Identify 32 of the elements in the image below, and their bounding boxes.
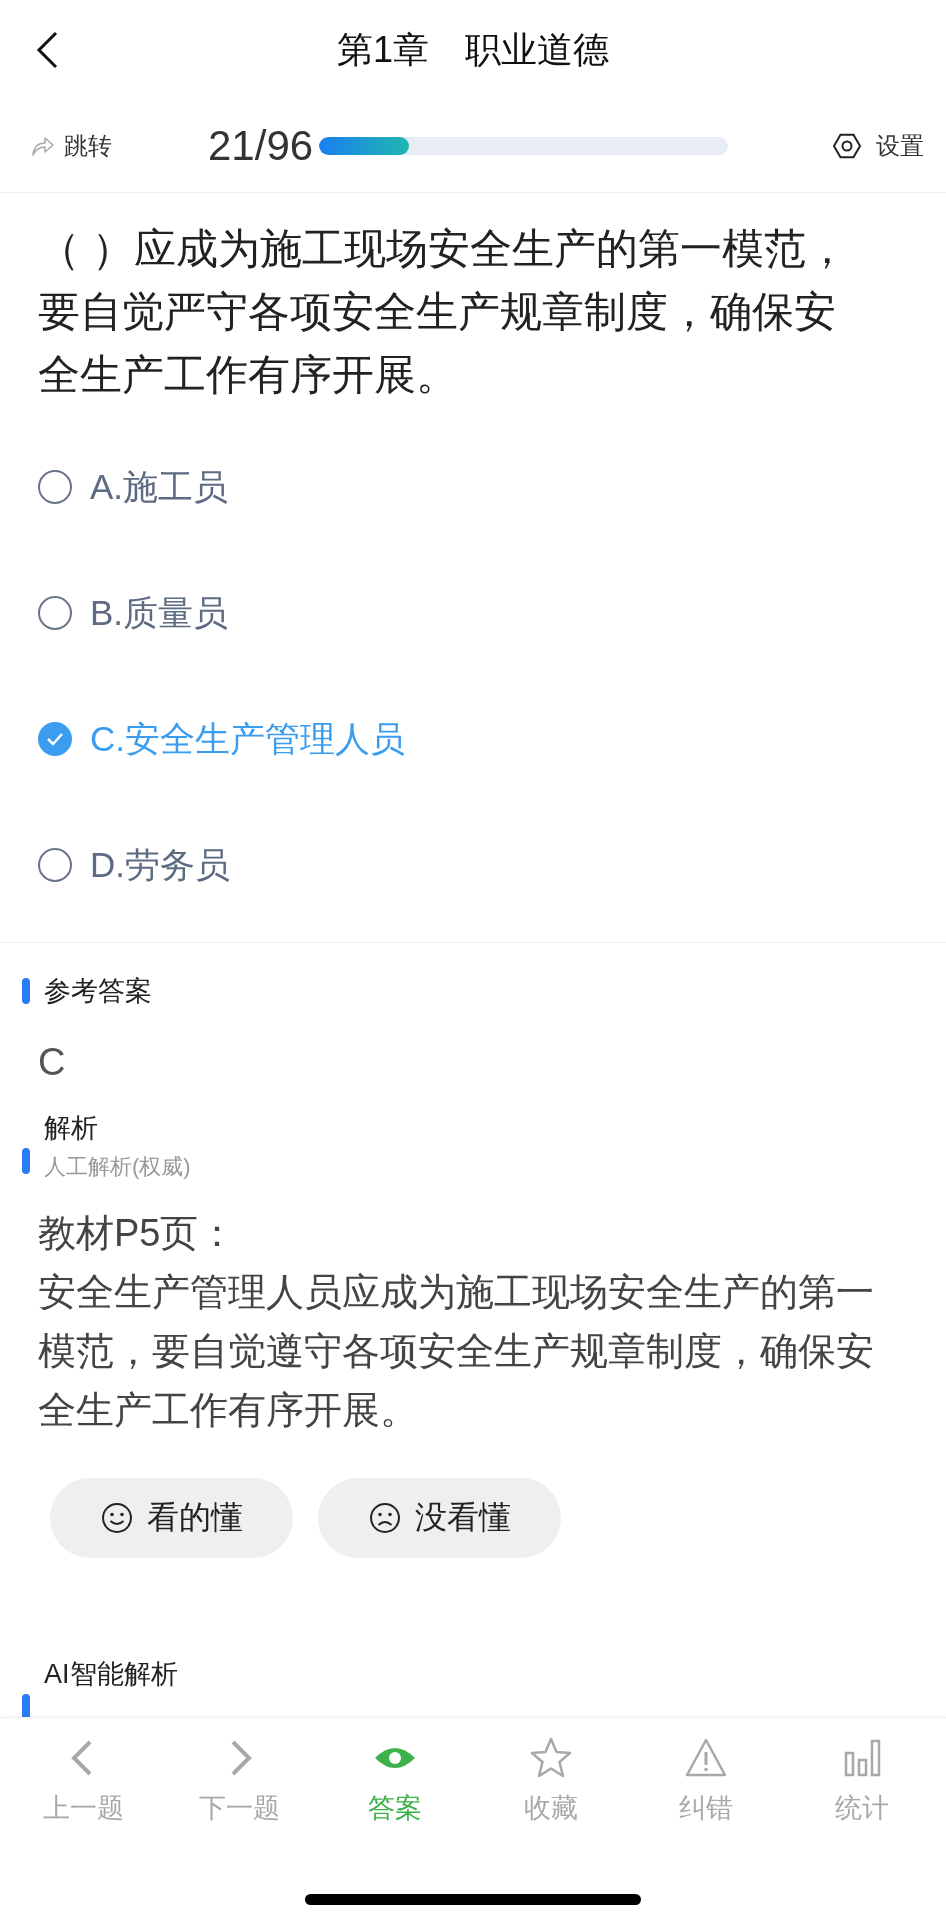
jump-button[interactable]: 跳转 xyxy=(30,130,208,162)
answer-option[interactable]: B.质量员 xyxy=(38,550,908,676)
section-title: 参考答案 xyxy=(44,975,152,1008)
section-title: AI智能解析 xyxy=(44,1658,178,1691)
section-marker xyxy=(22,1148,30,1174)
feedback-button[interactable]: 看的懂 xyxy=(50,1478,293,1558)
section-subtitle: 人工解析(权威) xyxy=(44,1153,191,1181)
nav-tab[interactable]: 答案 xyxy=(330,1736,461,1826)
analysis-text: 安全生产管理人员应成为施工现场安全生产的第一模范，要自觉遵守各项安全生产规章制度，确保安全生产工作有序开展。 xyxy=(37,1270,875,1433)
settings-icon xyxy=(832,131,862,161)
share-arrow-icon xyxy=(30,134,56,158)
back-icon[interactable] xyxy=(34,30,60,70)
answer-option[interactable]: D.劳务员 xyxy=(38,802,908,928)
check-icon xyxy=(46,732,64,746)
answer-letter: C xyxy=(37,1040,67,1084)
answer-option[interactable]: C.安全生产管理人员 xyxy=(38,676,908,802)
radio-button[interactable] xyxy=(38,722,72,756)
radio-button[interactable] xyxy=(38,596,72,630)
settings-button[interactable]: 设置 xyxy=(832,130,924,162)
feedback-button[interactable]: 没看懂 xyxy=(318,1478,561,1558)
frown-icon xyxy=(368,1502,401,1534)
star-icon xyxy=(528,1736,573,1780)
answer-option[interactable]: A.施工员 xyxy=(38,424,908,550)
source-reference: 教材P5页： xyxy=(37,1211,238,1256)
radio-button[interactable] xyxy=(38,470,72,504)
page-title: 第1章 职业道德 xyxy=(337,27,609,72)
section-marker xyxy=(22,978,30,1004)
progress-count: 21/96 xyxy=(208,122,314,170)
smiley-icon xyxy=(100,1502,133,1534)
question-text: （ ）应成为施工现场安全生产的第一模范，要自觉严守各项安全生产规章制度，确保安全生产工作有序开展。 xyxy=(38,224,849,400)
section-title: 解析 xyxy=(44,1112,99,1145)
radio-button[interactable] xyxy=(38,848,72,882)
